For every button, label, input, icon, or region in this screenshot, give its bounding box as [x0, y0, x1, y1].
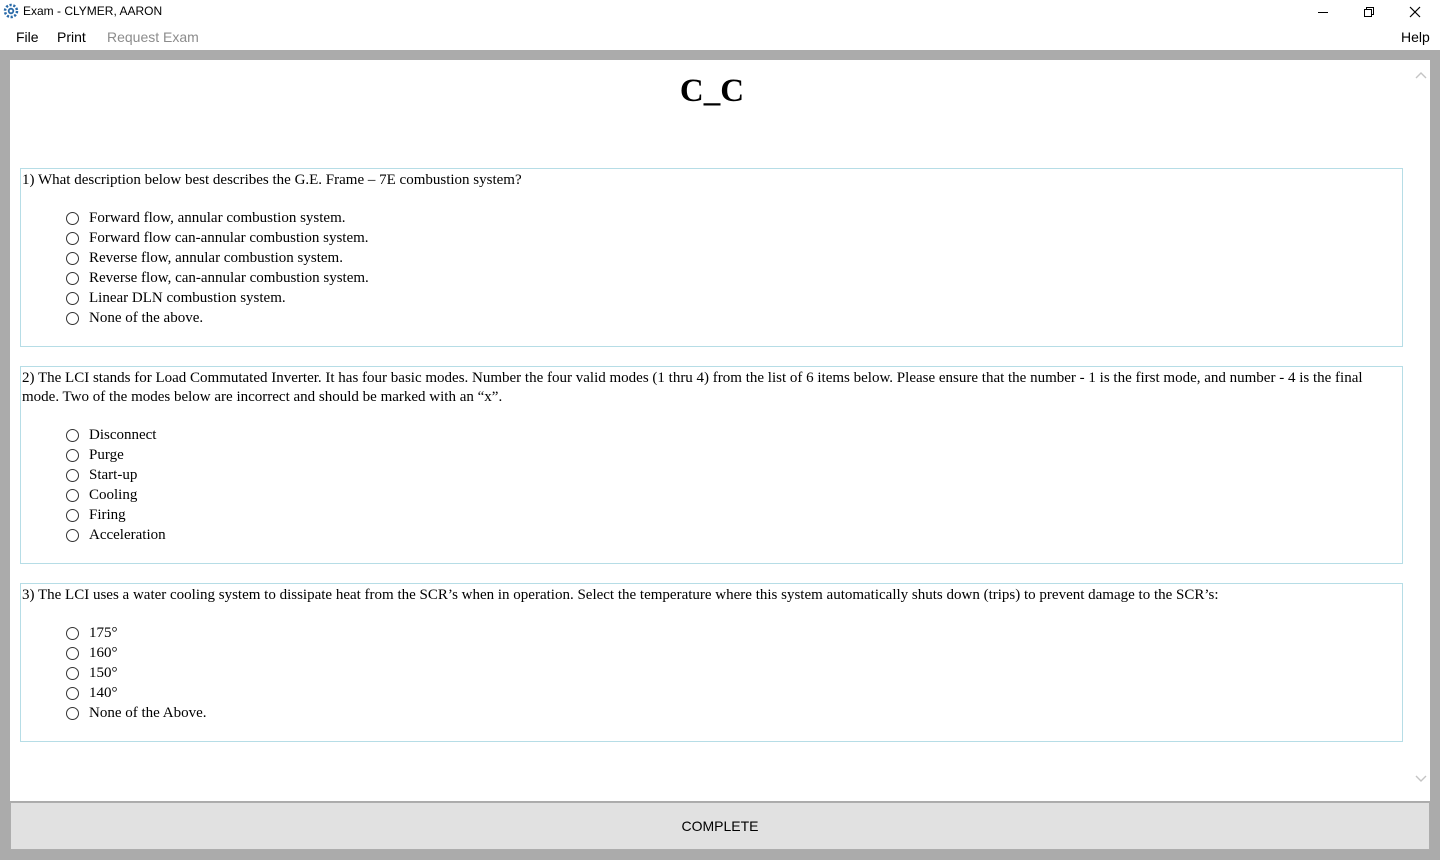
complete-button[interactable]: COMPLETE: [10, 802, 1430, 850]
menu-print[interactable]: Print: [57, 29, 86, 45]
radio-button[interactable]: [66, 271, 79, 285]
radio-button[interactable]: [66, 686, 79, 700]
maximize-button[interactable]: [1346, 0, 1392, 23]
option-label: 160°: [89, 644, 118, 661]
scroll-down-icon[interactable]: [1414, 772, 1428, 786]
question-3: 3) The LCI uses a water cooling system t…: [20, 583, 1403, 742]
answer-option[interactable]: Reverse flow, annular combustion system.: [66, 248, 1402, 268]
answer-option[interactable]: Forward flow, annular combustion system.: [66, 208, 1402, 228]
option-label: Linear DLN combustion system.: [89, 289, 286, 306]
radio-button[interactable]: [66, 311, 79, 325]
option-label: Firing: [89, 506, 126, 523]
minimize-icon: [1318, 11, 1328, 13]
menu-request-exam[interactable]: Request Exam: [107, 29, 199, 45]
radio-button[interactable]: [66, 291, 79, 305]
exam-title: C_C: [679, 73, 745, 109]
answer-option[interactable]: Start-up: [66, 465, 1402, 485]
close-icon: [1409, 6, 1421, 17]
option-label: Purge: [89, 446, 124, 463]
answer-option[interactable]: Reverse flow, can-annular combustion sys…: [66, 268, 1402, 288]
answer-option[interactable]: Firing: [66, 505, 1402, 525]
option-label: 150°: [89, 664, 118, 681]
radio-button[interactable]: [66, 448, 79, 462]
option-label: 140°: [89, 684, 118, 701]
question-2: 2) The LCI stands for Load Commutated In…: [20, 366, 1403, 564]
answer-option[interactable]: Linear DLN combustion system.: [66, 288, 1402, 308]
radio-button[interactable]: [66, 626, 79, 640]
answer-option[interactable]: 175°: [66, 623, 1402, 643]
menu-file[interactable]: File: [16, 29, 39, 45]
option-label: Acceleration: [89, 526, 166, 543]
answer-option[interactable]: Forward flow can-annular combustion syst…: [66, 228, 1402, 248]
option-label: Forward flow can-annular combustion syst…: [89, 229, 369, 246]
answer-option[interactable]: 150°: [66, 663, 1402, 683]
scroll-up-icon[interactable]: [1414, 68, 1428, 82]
radio-button[interactable]: [66, 488, 79, 502]
answer-option[interactable]: Cooling: [66, 485, 1402, 505]
close-button[interactable]: [1392, 0, 1438, 23]
maximize-icon: [1364, 6, 1374, 17]
option-label: 175°: [89, 624, 118, 641]
option-list: 175° 160° 150° 140° None of the Above.: [21, 623, 1402, 723]
question-text: 1) What description below best describes…: [22, 172, 522, 188]
question-text: 3) The LCI uses a water cooling system t…: [22, 587, 1219, 603]
answer-option[interactable]: 140°: [66, 683, 1402, 703]
option-label: Disconnect: [89, 426, 157, 443]
option-label: Reverse flow, annular combustion system.: [89, 249, 343, 266]
radio-button[interactable]: [66, 646, 79, 660]
radio-button[interactable]: [66, 428, 79, 442]
option-list: Forward flow, annular combustion system.…: [21, 208, 1402, 328]
option-label: Cooling: [89, 486, 138, 503]
option-label: None of the above.: [89, 309, 204, 326]
radio-button[interactable]: [66, 666, 79, 680]
radio-button[interactable]: [66, 508, 79, 522]
answer-option[interactable]: Purge: [66, 445, 1402, 465]
option-label: Start-up: [89, 466, 138, 483]
answer-option[interactable]: None of the Above.: [66, 703, 1402, 723]
radio-button[interactable]: [66, 251, 79, 265]
question-1: 1) What description below best describes…: [20, 168, 1403, 347]
option-label: None of the Above.: [89, 704, 207, 721]
option-label: Reverse flow, can-annular combustion sys…: [89, 269, 369, 286]
radio-button[interactable]: [66, 231, 79, 245]
minimize-button[interactable]: [1300, 0, 1346, 23]
title-bar: Exam - CLYMER, AARON: [0, 0, 1440, 23]
radio-button[interactable]: [66, 468, 79, 482]
option-label: Forward flow, annular combustion system.: [89, 209, 346, 226]
window-title: Exam - CLYMER, AARON: [23, 4, 163, 18]
gear-icon[interactable]: [3, 3, 19, 19]
radio-button[interactable]: [66, 706, 79, 720]
answer-option[interactable]: None of the above.: [66, 308, 1402, 328]
option-list: Disconnect Purge Start-up Cooling Firing…: [21, 425, 1402, 545]
exam-content[interactable]: C_C 1) What description below best descr…: [10, 60, 1430, 801]
answer-option[interactable]: Acceleration: [66, 525, 1402, 545]
question-text: 2) The LCI stands for Load Commutated In…: [22, 370, 1363, 405]
radio-button[interactable]: [66, 528, 79, 542]
answer-option[interactable]: Disconnect: [66, 425, 1402, 445]
radio-button[interactable]: [66, 211, 79, 225]
menu-bar: File Print Request Exam Help: [0, 23, 1440, 50]
answer-option[interactable]: 160°: [66, 643, 1402, 663]
menu-help[interactable]: Help: [1401, 29, 1430, 45]
